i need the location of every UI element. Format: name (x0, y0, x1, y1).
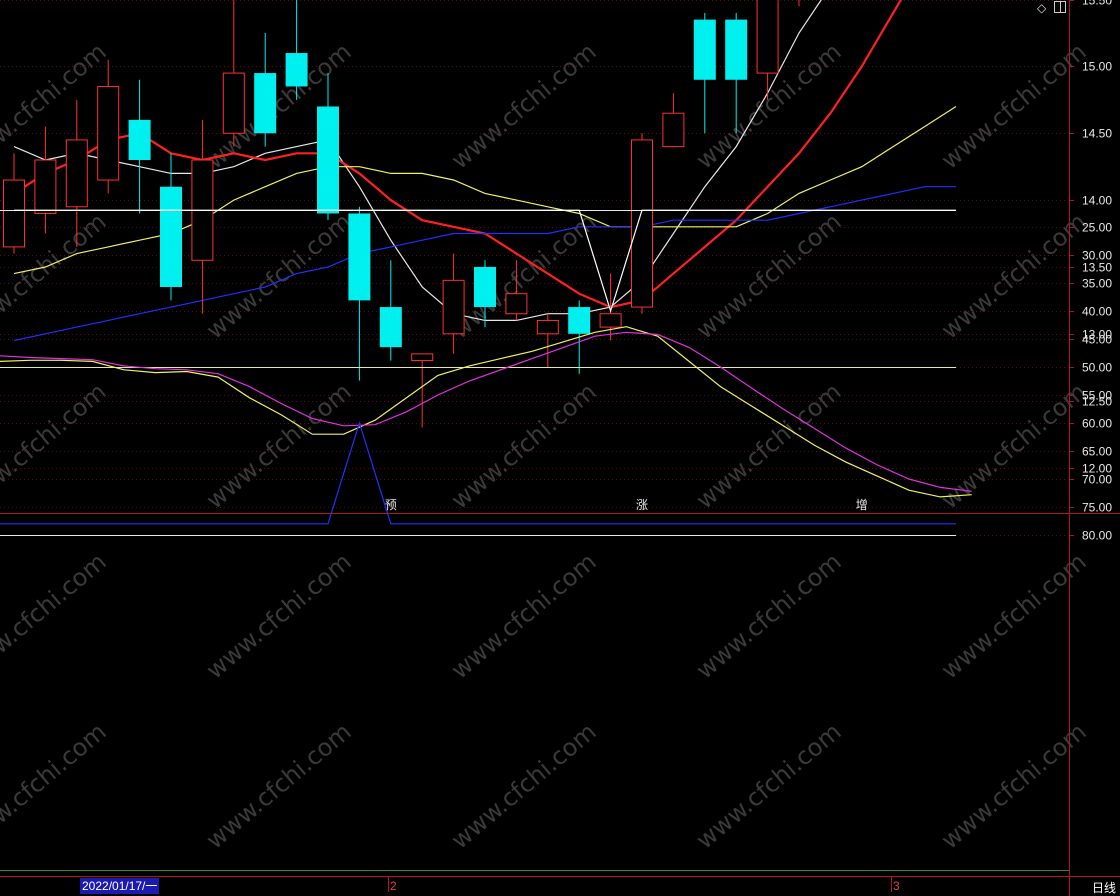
candlestick (254, 32, 277, 147)
candle-body-down (568, 307, 591, 334)
candlestick (317, 73, 339, 221)
indicator-tick-label: 60.00 (1082, 417, 1112, 431)
indicator-tick-label: 25.00 (1082, 221, 1112, 235)
indicator-tick-label: 35.00 (1082, 277, 1112, 291)
watermark-text: www.cfchi.com (936, 37, 1092, 174)
cursor-date-label: 2022/01/17/一 (80, 878, 160, 894)
month-label-3: 3 (893, 879, 900, 893)
candle-body-down (285, 53, 308, 87)
indicator-tick-label: 80.00 (1082, 529, 1112, 543)
price-tick-label: 15.00 (1082, 60, 1112, 74)
watermark-text: www.cfchi.com (446, 37, 602, 174)
watermark-layer: www.cfchi.com www.cfchi.com www.cfchi.com w… (0, 37, 1092, 854)
watermark-text: www.cfchi.com (691, 547, 847, 684)
watermark-text: www.cfchi.com (446, 547, 602, 684)
watermark-text: www.cfchi.com (691, 717, 847, 854)
candle-body-up (662, 112, 685, 148)
watermark-text: www.cfchi.com (0, 377, 112, 514)
period-selector[interactable]: 日线 (1092, 879, 1116, 896)
watermark-text: www.cfchi.com (691, 207, 847, 344)
indicator-tick-label: 75.00 (1082, 501, 1112, 515)
candle-body-up (65, 139, 88, 208)
indicator-tick-label: 70.00 (1082, 473, 1112, 487)
candle-body-up (442, 279, 465, 335)
signal-marker: 增 (856, 498, 868, 512)
watermark-text: www.cfchi.com (936, 207, 1092, 344)
indicator-tick-label: 45.00 (1082, 333, 1112, 347)
watermark-text: www.cfchi.com (201, 377, 357, 514)
indicator-tick-label: 30.00 (1082, 249, 1112, 263)
candle-body-down (128, 119, 151, 160)
candle-body-up (3, 179, 25, 248)
candle-body-down (693, 19, 716, 80)
candlestick (34, 126, 57, 234)
candlestick (222, 0, 245, 147)
candlestick (348, 206, 371, 381)
watermark-text: www.cfchi.com (0, 37, 112, 174)
candle-body-down (254, 73, 277, 134)
candle-body-down (348, 213, 371, 301)
watermark-text: www.cfchi.com (936, 377, 1092, 514)
watermark-text: www.cfchi.com (936, 717, 1092, 854)
price-tick-label: 14.50 (1082, 127, 1112, 141)
candle-body-up (411, 353, 434, 362)
stock-chart[interactable]: www.cfchi.com www.cfchi.com www.cfchi.com w… (0, 0, 1120, 896)
watermark-text: www.cfchi.com (201, 207, 357, 344)
watermark-text: www.cfchi.com (0, 717, 112, 854)
candlestick (631, 133, 653, 314)
price-tick-label: 13.50 (1082, 261, 1112, 275)
candle-body-up (222, 72, 245, 134)
panel-layout-icon[interactable] (1054, 1, 1066, 13)
watermark-text: www.cfchi.com (446, 377, 602, 514)
candlestick (536, 313, 559, 368)
watermark-text: www.cfchi.com (201, 717, 357, 854)
candlestick (411, 353, 434, 428)
candle-body-down (725, 19, 748, 80)
watermark-text: www.cfchi.com (446, 717, 602, 854)
candle-body-down (317, 106, 339, 214)
watermark-text: www.cfchi.com (691, 377, 847, 514)
candlestick (3, 153, 25, 254)
indicator-tick-label: 55.00 (1082, 389, 1112, 403)
candlestick (798, 0, 800, 7)
candlestick (128, 79, 151, 214)
indicator-tick-label: 50.00 (1082, 361, 1112, 375)
candle-body-down (474, 266, 496, 308)
watermark-text: www.cfchi.com (936, 547, 1092, 684)
candle-body-up (536, 319, 559, 335)
month-label-2: 2 (390, 879, 397, 893)
indicator-tick-label: 40.00 (1082, 305, 1112, 319)
candle-body-down (379, 307, 402, 348)
signal-marker: 涨 (636, 497, 648, 512)
candle-body-up (97, 85, 120, 181)
watermark-text: www.cfchi.com (201, 547, 357, 684)
candlestick (379, 260, 402, 361)
candlestick (160, 153, 182, 301)
candle-body-up (631, 139, 653, 308)
candle-body-down (160, 186, 182, 288)
candlestick (662, 93, 685, 148)
candlestick (693, 12, 716, 134)
price-tick-label: 14.00 (1082, 194, 1112, 208)
watermark-text: www.cfchi.com (0, 547, 112, 684)
diamond-icon[interactable]: ◇ (1037, 1, 1046, 15)
candlestick (285, 0, 308, 100)
candle-body-up (756, 0, 779, 74)
candle-body-up (599, 313, 622, 328)
price-tick-label: 15.50 (1082, 0, 1112, 8)
candle-body-up (505, 293, 528, 315)
chart-canvas[interactable]: www.cfchi.com www.cfchi.com www.cfchi.com w… (0, 0, 1120, 896)
candlestick (97, 59, 120, 194)
candle-body-up (34, 159, 57, 214)
indicator-tick-label: 65.00 (1082, 445, 1112, 459)
